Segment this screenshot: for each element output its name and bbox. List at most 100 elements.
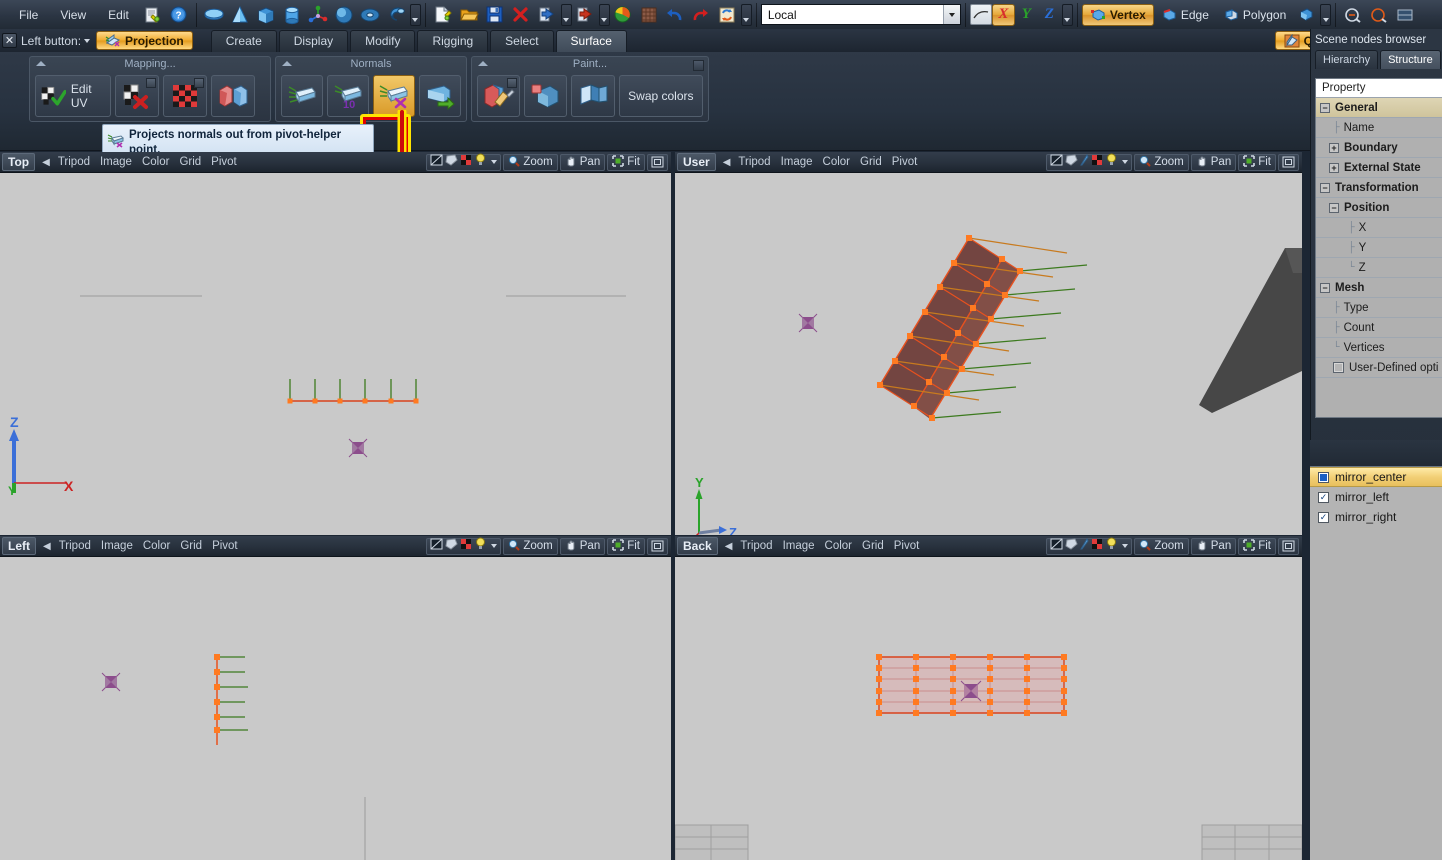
- dialog-launcher-icon[interactable]: [507, 77, 518, 88]
- viewport-top-label[interactable]: Top: [2, 153, 36, 171]
- wireframe-icon[interactable]: [1050, 153, 1063, 171]
- property-row-external-state[interactable]: + External State: [1316, 158, 1442, 178]
- mode-vertex[interactable]: Vertex: [1081, 3, 1154, 26]
- viewport-user-menu-color[interactable]: Color: [818, 156, 855, 168]
- collapse-minus-icon[interactable]: −: [1320, 182, 1330, 193]
- primitive-cone-icon[interactable]: [227, 3, 253, 27]
- tab-create[interactable]: Create: [210, 29, 277, 52]
- render-icon[interactable]: [610, 3, 636, 27]
- viewport-user-menu-tripod[interactable]: Tripod: [733, 156, 775, 168]
- viewport-prev-icon[interactable]: ◀: [40, 541, 54, 552]
- texture-toggle-icon[interactable]: [1091, 537, 1104, 555]
- axis-x-toggle[interactable]: X: [991, 3, 1015, 26]
- property-row-position[interactable]: − Position: [1316, 198, 1442, 218]
- import-icon[interactable]: [534, 3, 560, 27]
- viewport-top-canvas[interactable]: Z X Y: [0, 173, 671, 535]
- tab-hierarchy[interactable]: Hierarchy: [1315, 50, 1379, 69]
- viewport-back-pan-button[interactable]: Pan: [1190, 537, 1237, 555]
- primitive-box-icon[interactable]: [253, 3, 279, 27]
- tab-surface[interactable]: Surface: [555, 29, 627, 52]
- subobject-extra-icon[interactable]: [1293, 3, 1319, 27]
- viewport-back-menu-color[interactable]: Color: [820, 540, 857, 552]
- save-file-icon[interactable]: [482, 3, 508, 27]
- viewport-user[interactable]: User ◀ Tripod Image Color Grid Pivot Zoo…: [675, 152, 1302, 535]
- property-row-boundary[interactable]: + Boundary: [1316, 138, 1442, 158]
- viewport-display-dropdown-icon[interactable]: [1122, 544, 1129, 548]
- property-row-user-defined[interactable]: User-Defined opti: [1316, 358, 1442, 378]
- viewport-top-menu-grid[interactable]: Grid: [174, 156, 206, 168]
- redo-icon[interactable]: [688, 3, 714, 27]
- property-list[interactable]: Property − General ├ Name + Boundary + E…: [1315, 78, 1442, 418]
- coordinate-system-select[interactable]: Local: [760, 4, 961, 25]
- viewport-user-fit-button[interactable]: Fit: [1238, 153, 1276, 171]
- export-dropdown[interactable]: [598, 3, 610, 26]
- shaded-icon[interactable]: [1065, 537, 1078, 555]
- viewport-left[interactable]: Left ◀ Tripod Image Color Grid Pivot Zoo…: [0, 536, 671, 860]
- viewport-user-maximize-button[interactable]: [1278, 153, 1299, 171]
- wireframe-icon[interactable]: [1050, 537, 1063, 555]
- viewport-top-fit-button[interactable]: Fit: [607, 153, 645, 171]
- viewport-back-label[interactable]: Back: [677, 537, 718, 555]
- material-icon[interactable]: [1080, 537, 1089, 555]
- property-row-vertices[interactable]: └ Vertices: [1316, 338, 1442, 358]
- viewport-back-menu-pivot[interactable]: Pivot: [889, 540, 925, 552]
- tab-modify[interactable]: Modify: [350, 29, 416, 52]
- viewport-user-menu-grid[interactable]: Grid: [855, 156, 887, 168]
- dialog-launcher-icon[interactable]: [194, 77, 204, 88]
- property-row-z[interactable]: └ Z: [1316, 258, 1442, 278]
- property-row-transformation[interactable]: − Transformation: [1316, 178, 1442, 198]
- viewport-left-maximize-button[interactable]: [647, 537, 668, 555]
- view-extra-a-icon[interactable]: [1340, 3, 1366, 27]
- viewport-back[interactable]: Back ◀ Tripod Image Color Grid Pivot Zoo…: [675, 536, 1302, 860]
- flip-normals-button[interactable]: [419, 74, 461, 117]
- view-extra-b-icon[interactable]: [1366, 3, 1392, 27]
- shaded-icon[interactable]: [1065, 153, 1078, 171]
- property-row-mesh[interactable]: − Mesh: [1316, 278, 1442, 298]
- property-row-y[interactable]: ├ Y: [1316, 238, 1442, 258]
- paint-vertex-button[interactable]: [477, 74, 521, 117]
- left-button-dropdown-icon[interactable]: [84, 38, 91, 43]
- project-normals-button[interactable]: [373, 74, 415, 117]
- view-extra-c-icon[interactable]: [1392, 3, 1418, 27]
- viewport-prev-icon[interactable]: ◀: [720, 157, 734, 168]
- viewport-display-dropdown-icon[interactable]: [491, 160, 498, 164]
- viewport-top[interactable]: Top ◀ Tripod Image Color Grid Pivot Zoom: [0, 152, 671, 535]
- subobject-more-dropdown[interactable]: [1320, 3, 1332, 26]
- primitive-torus-icon[interactable]: [357, 3, 383, 27]
- light-bulb-icon[interactable]: [1106, 153, 1117, 171]
- viewport-left-canvas[interactable]: [0, 557, 671, 860]
- node-visibility-checkbox[interactable]: ✓: [1318, 491, 1329, 503]
- paint-gradient-button[interactable]: [571, 74, 615, 117]
- viewport-left-menu-tripod[interactable]: Tripod: [54, 540, 96, 552]
- viewport-back-menu-tripod[interactable]: Tripod: [735, 540, 777, 552]
- left-button-tool[interactable]: Projection: [96, 31, 193, 50]
- menu-file[interactable]: File: [8, 4, 49, 26]
- expand-plus-icon[interactable]: +: [1329, 162, 1339, 173]
- light-bulb-icon[interactable]: [1106, 537, 1117, 555]
- property-row-type[interactable]: ├ Type: [1316, 298, 1442, 318]
- close-icon[interactable]: ✕: [2, 33, 17, 48]
- primitive-sphere-icon[interactable]: [331, 3, 357, 27]
- viewport-left-label[interactable]: Left: [2, 537, 36, 555]
- primitives-more-dropdown[interactable]: [409, 3, 421, 26]
- axis-z-toggle[interactable]: Z: [1038, 4, 1061, 26]
- tab-rigging[interactable]: Rigging: [417, 29, 489, 52]
- viewport-left-menu-pivot[interactable]: Pivot: [207, 540, 243, 552]
- primitive-cylinder-icon[interactable]: [279, 3, 305, 27]
- property-row-general[interactable]: − General: [1316, 98, 1442, 118]
- wireframe-icon[interactable]: [430, 153, 443, 171]
- node-mirror-right[interactable]: ✓ mirror_right: [1310, 507, 1442, 527]
- node-visibility-checkbox[interactable]: [1318, 471, 1329, 483]
- viewport-left-zoom-button[interactable]: Zoom: [503, 537, 558, 555]
- tab-select[interactable]: Select: [490, 29, 554, 52]
- material-icon[interactable]: [1080, 153, 1089, 171]
- shaded-icon[interactable]: [445, 153, 458, 171]
- wireframe-icon[interactable]: [430, 537, 443, 555]
- coordinate-system-caret-icon[interactable]: [942, 5, 960, 24]
- node-mirror-center[interactable]: mirror_center: [1310, 467, 1442, 487]
- checker-map-button[interactable]: [163, 74, 207, 117]
- swap-colors-button[interactable]: Swap colors: [618, 74, 703, 117]
- viewport-back-menu-image[interactable]: Image: [778, 540, 820, 552]
- light-bulb-icon[interactable]: [475, 537, 486, 555]
- dialog-launcher-icon[interactable]: [693, 60, 704, 71]
